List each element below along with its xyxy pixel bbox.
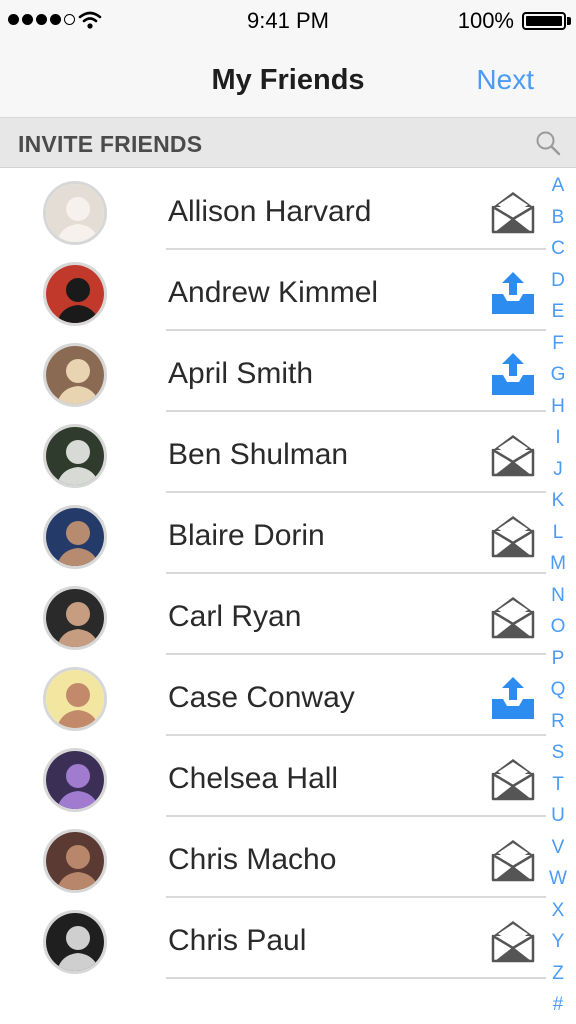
friend-name: Blaire Dorin <box>168 519 325 552</box>
friend-row[interactable]: Case Conway <box>0 655 576 736</box>
index-letter[interactable]: P <box>552 649 565 668</box>
avatar <box>43 829 107 893</box>
navigation-bar: My Friends Next <box>0 40 576 118</box>
envelope-icon[interactable] <box>490 918 536 964</box>
next-button[interactable]: Next <box>476 64 534 96</box>
index-letter[interactable]: Z <box>552 964 564 983</box>
battery-percentage: 100% <box>457 8 514 33</box>
avatar <box>43 262 107 326</box>
index-letter[interactable]: B <box>552 208 565 227</box>
avatar <box>43 910 107 974</box>
index-letter[interactable]: K <box>552 491 565 510</box>
upload-icon[interactable] <box>490 675 536 721</box>
envelope-icon[interactable] <box>490 756 536 802</box>
index-letter[interactable]: H <box>551 397 565 416</box>
alphabet-index[interactable]: A B C D E F G H I J K L M N O P Q R S T U V W X Y Z # <box>546 176 570 1014</box>
friend-row[interactable]: Andrew Kimmel <box>0 250 576 331</box>
envelope-icon[interactable] <box>490 513 536 559</box>
upload-icon[interactable] <box>490 351 536 397</box>
friend-row[interactable]: Chris Paul <box>0 898 576 979</box>
index-letter[interactable]: V <box>552 838 565 857</box>
battery-tip <box>567 17 571 25</box>
index-letter[interactable]: # <box>553 995 564 1014</box>
friend-name: Ben Shulman <box>168 438 349 471</box>
friend-name: Andrew Kimmel <box>168 276 379 309</box>
friend-row[interactable]: Allison Harvard <box>0 169 576 250</box>
row-divider <box>166 977 546 979</box>
envelope-icon[interactable] <box>490 837 536 883</box>
friend-name: Allison Harvard <box>168 195 372 228</box>
index-letter[interactable]: J <box>553 460 563 479</box>
envelope-icon[interactable] <box>490 189 536 235</box>
index-letter[interactable]: W <box>549 869 567 888</box>
index-letter[interactable]: F <box>552 334 564 353</box>
avatar <box>43 505 107 569</box>
avatar <box>43 667 107 731</box>
index-letter[interactable]: M <box>550 554 566 573</box>
friend-name: Chris Macho <box>168 843 337 876</box>
avatar <box>43 424 107 488</box>
friend-name: Chelsea Hall <box>168 762 339 795</box>
friend-row[interactable]: Carl Ryan <box>0 574 576 655</box>
envelope-icon[interactable] <box>490 594 536 640</box>
index-letter[interactable]: X <box>552 901 565 920</box>
index-letter[interactable]: I <box>555 428 560 447</box>
friend-name: April Smith <box>168 357 314 390</box>
index-letter[interactable]: L <box>553 523 564 542</box>
friend-row[interactable]: April Smith <box>0 331 576 412</box>
index-letter[interactable]: R <box>551 712 565 731</box>
friend-row[interactable]: Ben Shulman <box>0 412 576 493</box>
friend-name: Case Conway <box>168 681 355 714</box>
index-letter[interactable]: E <box>552 302 565 321</box>
envelope-icon[interactable] <box>490 432 536 478</box>
index-letter[interactable]: U <box>551 806 565 825</box>
index-letter[interactable]: S <box>552 743 565 762</box>
index-letter[interactable]: T <box>552 775 564 794</box>
avatar <box>43 748 107 812</box>
friend-row[interactable]: Chris Macho <box>0 817 576 898</box>
avatar <box>43 181 107 245</box>
section-title: INVITE FRIENDS <box>18 131 203 157</box>
avatar <box>43 343 107 407</box>
status-bar: 9:41 PM 100% <box>0 0 576 40</box>
index-letter[interactable]: Q <box>551 680 566 699</box>
index-letter[interactable]: C <box>551 239 565 258</box>
upload-icon[interactable] <box>490 270 536 316</box>
battery-icon <box>522 12 566 30</box>
index-letter[interactable]: G <box>551 365 566 384</box>
index-letter[interactable]: Y <box>552 932 565 951</box>
index-letter[interactable]: D <box>551 271 565 290</box>
friend-row[interactable]: Chelsea Hall <box>0 736 576 817</box>
friend-name: Carl Ryan <box>168 600 302 633</box>
index-letter[interactable]: N <box>551 586 565 605</box>
avatar <box>43 586 107 650</box>
friend-row[interactable]: Blaire Dorin <box>0 493 576 574</box>
friend-list: Allison Harvard Andrew Kimmel April Smit… <box>0 169 576 979</box>
invite-friends-header: INVITE FRIENDS <box>0 118 576 168</box>
friend-name: Chris Paul <box>168 924 307 957</box>
index-letter[interactable]: O <box>551 617 566 636</box>
search-icon[interactable] <box>534 129 562 157</box>
index-letter[interactable]: A <box>552 176 565 195</box>
